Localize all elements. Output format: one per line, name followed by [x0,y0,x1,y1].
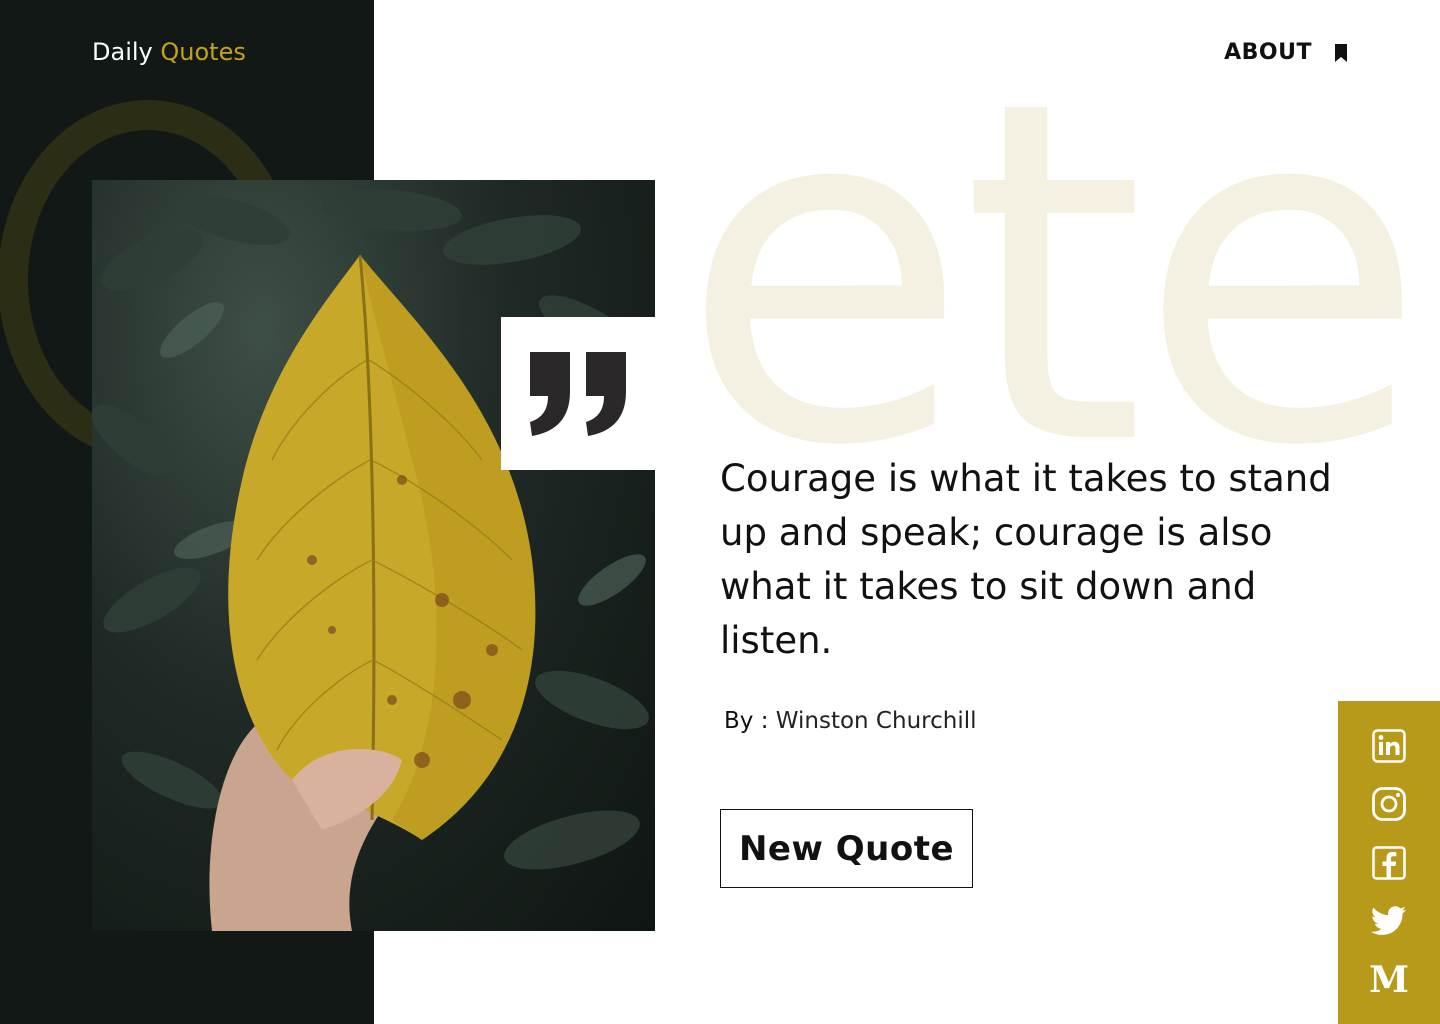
leaf-photo [92,180,655,931]
instagram-icon[interactable] [1369,784,1409,824]
about-link[interactable]: ABOUT [1224,40,1312,65]
brand-accent: Quotes [160,38,246,66]
brand-prefix: Daily [92,38,153,66]
new-quote-button[interactable]: New Quote [720,809,973,888]
closing-quote-icon [530,351,626,436]
leaf-illustration [92,189,649,931]
social-bar: M [1338,701,1440,1024]
quote-mark-box [501,317,655,470]
author-name: Winston Churchill [775,708,977,734]
quote-author: By : Winston Churchill [724,708,977,734]
bookmark-icon[interactable] [1334,43,1348,62]
top-nav: ABOUT [1224,40,1348,65]
background-letters: ete [680,1,1427,548]
medium-glyph: M [1369,958,1409,1001]
linkedin-icon[interactable] [1369,726,1409,766]
facebook-icon[interactable] [1369,843,1409,883]
quote-text: Courage is what it takes to stand up and… [720,457,1332,662]
twitter-icon[interactable] [1369,901,1409,941]
author-prefix: By : [724,708,769,734]
brand-logo[interactable]: Daily Quotes [92,38,246,66]
medium-icon[interactable]: M [1369,960,1409,1000]
